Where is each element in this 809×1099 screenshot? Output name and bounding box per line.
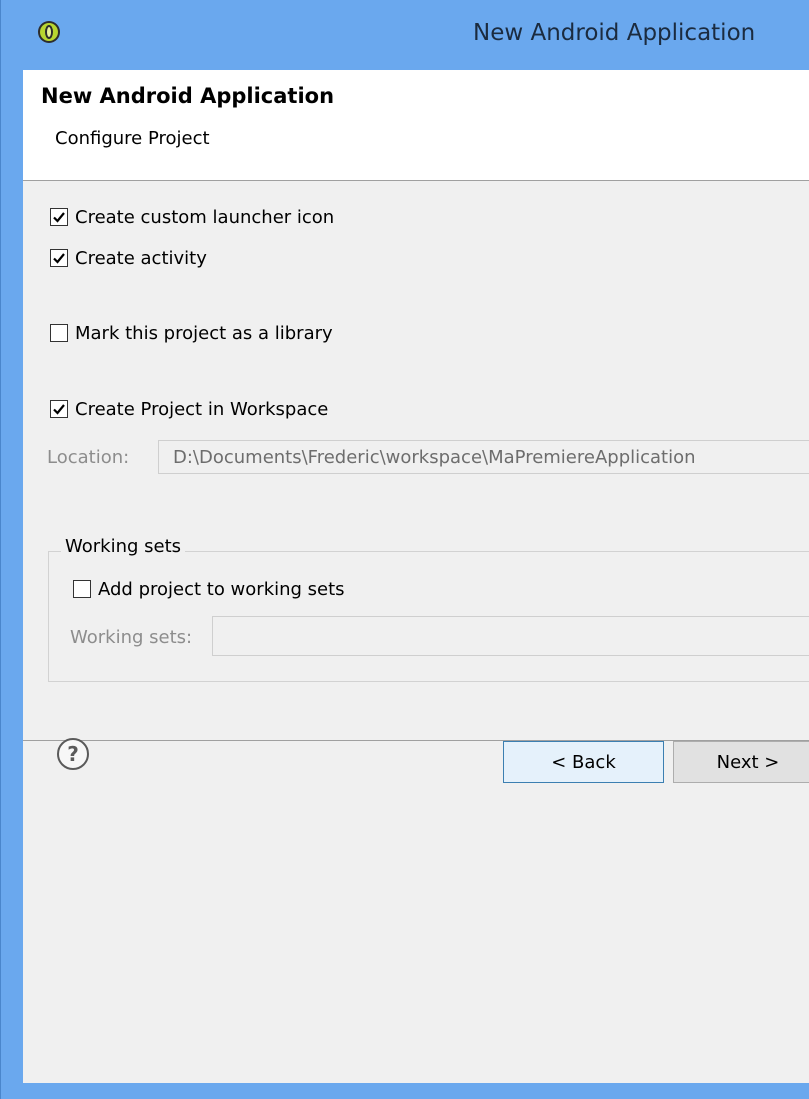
working-sets-field-label: Working sets: xyxy=(70,627,193,648)
create-in-workspace-checkbox[interactable] xyxy=(50,400,68,418)
custom-launcher-icon-option[interactable]: Create custom launcher icon xyxy=(50,203,334,231)
checkmark-icon xyxy=(53,404,65,415)
create-activity-checkbox[interactable] xyxy=(50,249,68,267)
add-to-working-sets-checkbox[interactable] xyxy=(73,580,91,598)
location-value: D:\Documents\Frederic\workspace\MaPremie… xyxy=(173,447,696,468)
next-button[interactable]: Next > xyxy=(673,741,809,783)
help-button[interactable]: ? xyxy=(56,737,90,775)
add-to-working-sets-option[interactable]: Add project to working sets xyxy=(73,575,345,603)
working-sets-group-title: Working sets xyxy=(61,536,186,557)
wizard-title: New Android Application xyxy=(41,84,335,108)
location-label: Location: xyxy=(47,447,130,468)
custom-launcher-icon-checkbox[interactable] xyxy=(50,208,68,226)
create-activity-label[interactable]: Create activity xyxy=(75,248,207,269)
create-activity-option[interactable]: Create activity xyxy=(50,244,207,272)
location-field[interactable]: D:\Documents\Frederic\workspace\MaPremie… xyxy=(158,440,809,474)
wizard-subtitle: Configure Project xyxy=(55,128,210,149)
checkmark-icon xyxy=(53,253,65,264)
dialog-window: New Android Application New Android Appl… xyxy=(0,0,809,1099)
mark-library-label[interactable]: Mark this project as a library xyxy=(75,323,333,344)
eclipse-adt-icon[interactable] xyxy=(37,20,61,44)
help-question-icon[interactable]: ? xyxy=(56,737,90,771)
add-to-working-sets-label[interactable]: Add project to working sets xyxy=(98,579,345,600)
create-in-workspace-label[interactable]: Create Project in Workspace xyxy=(75,399,328,420)
window-title: New Android Application xyxy=(473,20,756,46)
title-bar[interactable]: New Android Application xyxy=(1,0,809,70)
custom-launcher-icon-label[interactable]: Create custom launcher icon xyxy=(75,207,334,228)
dialog-content: New Android Application Configure Projec… xyxy=(23,70,809,1083)
back-button[interactable]: < Back xyxy=(503,741,664,783)
create-in-workspace-option[interactable]: Create Project in Workspace xyxy=(50,395,328,423)
working-sets-field[interactable] xyxy=(212,616,809,656)
svg-text:?: ? xyxy=(67,742,79,766)
checkmark-icon xyxy=(53,212,65,223)
mark-library-checkbox[interactable] xyxy=(50,324,68,342)
wizard-banner: New Android Application Configure Projec… xyxy=(23,70,809,181)
mark-library-option[interactable]: Mark this project as a library xyxy=(50,319,333,347)
